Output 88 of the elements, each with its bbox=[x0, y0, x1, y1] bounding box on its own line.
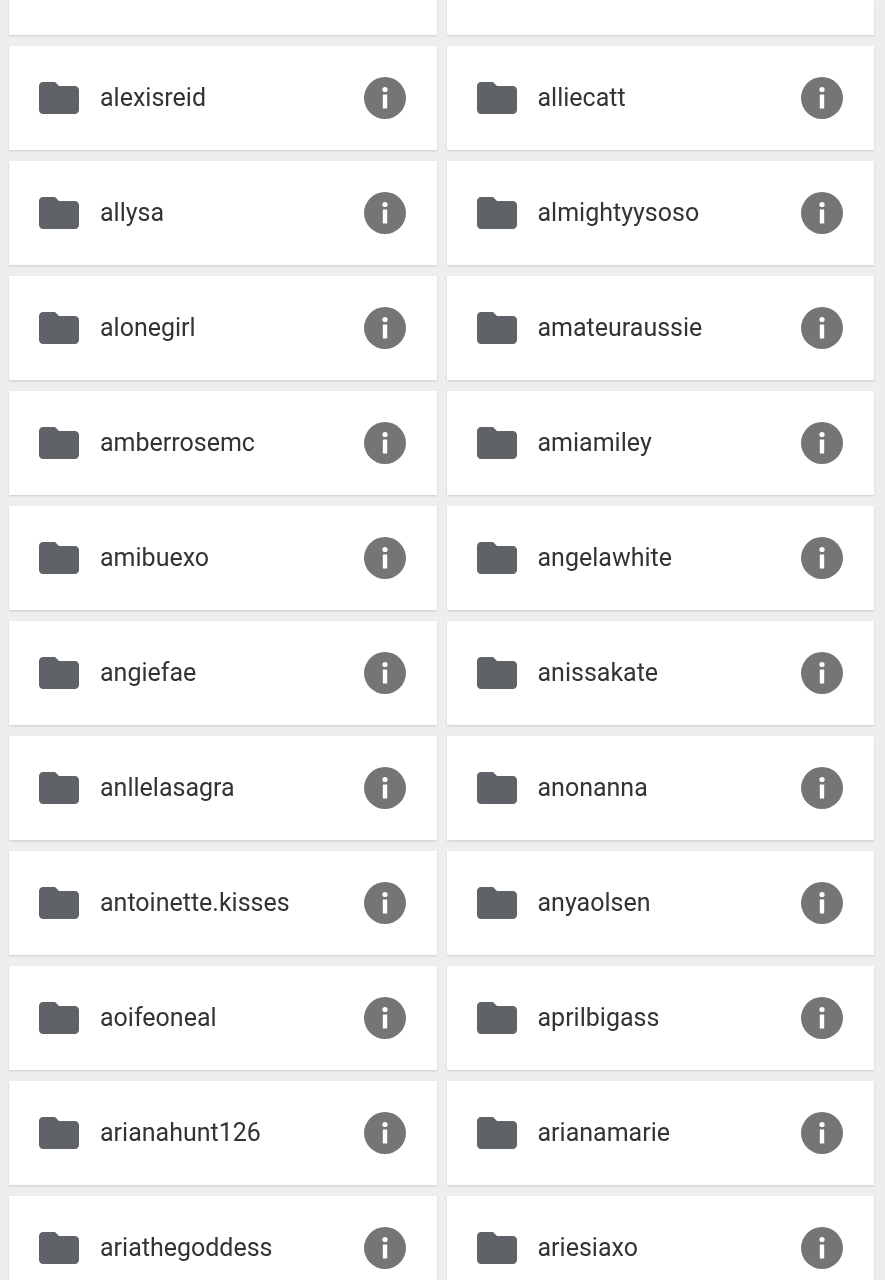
folder-name: amiamiley bbox=[537, 427, 653, 460]
info-icon[interactable] bbox=[801, 1112, 843, 1154]
folder-card[interactable]: anonanna bbox=[446, 736, 874, 840]
folder-card[interactable]: amateuraussie bbox=[446, 276, 874, 380]
info-icon[interactable] bbox=[363, 652, 406, 694]
folder-card[interactable]: angiefae bbox=[9, 621, 437, 725]
folder-icon bbox=[39, 657, 79, 689]
folder-icon bbox=[39, 312, 79, 344]
folder-card[interactable]: arianamarie bbox=[446, 1081, 874, 1185]
folder-icon bbox=[39, 82, 79, 114]
folder-name: alliecatt bbox=[537, 82, 627, 115]
info-icon[interactable] bbox=[801, 882, 843, 924]
info-icon[interactable] bbox=[363, 77, 406, 119]
info-icon[interactable] bbox=[801, 767, 843, 809]
info-icon[interactable] bbox=[363, 1112, 406, 1154]
folder-name: aprilbigass bbox=[537, 1002, 661, 1035]
folder-icon bbox=[476, 887, 517, 919]
folder-icon bbox=[39, 887, 79, 919]
info-icon[interactable] bbox=[363, 422, 406, 464]
folder-card[interactable]: alonegirl bbox=[9, 276, 437, 380]
folder-card[interactable]: aprilbigass bbox=[446, 966, 874, 1070]
folder-name: almightyysoso bbox=[537, 197, 701, 230]
folder-name: ariesiaxo bbox=[537, 1232, 639, 1265]
info-icon[interactable] bbox=[363, 997, 406, 1039]
folder-name: alonegirl bbox=[100, 312, 197, 345]
folder-name: ariathegoddess bbox=[100, 1232, 274, 1265]
folder-name: anissakate bbox=[537, 657, 660, 690]
folder-name: alexisreid bbox=[100, 82, 207, 115]
folder-icon bbox=[476, 542, 517, 574]
folder-name: anllelasagra bbox=[100, 772, 236, 805]
folder-name: amateuraussie bbox=[537, 312, 704, 345]
info-icon[interactable] bbox=[363, 882, 406, 924]
folder-name: amberrosemc bbox=[100, 427, 256, 460]
info-icon[interactable] bbox=[801, 652, 843, 694]
folder-icon bbox=[39, 1117, 79, 1149]
folder-icon bbox=[39, 1232, 79, 1264]
folder-card[interactable]: amiamiley bbox=[446, 391, 874, 495]
folder-card[interactable]: antoinette.kisses bbox=[9, 851, 437, 955]
folder-card[interactable]: anllelasagra bbox=[9, 736, 437, 840]
info-icon[interactable] bbox=[801, 307, 843, 349]
folder-card[interactable]: arianahunt126 bbox=[9, 1081, 437, 1185]
info-icon[interactable] bbox=[363, 767, 406, 809]
folder-name: antoinette.kisses bbox=[100, 887, 291, 920]
folder-icon bbox=[476, 657, 517, 689]
folder-card[interactable]: ariesiaxo bbox=[446, 1196, 874, 1280]
info-icon[interactable] bbox=[801, 77, 843, 119]
folder-name: amibuexo bbox=[100, 542, 211, 575]
info-icon[interactable] bbox=[363, 537, 406, 579]
folder-icon bbox=[476, 312, 517, 344]
folder-name: angelawhite bbox=[537, 542, 673, 575]
folder-icon bbox=[39, 197, 79, 229]
info-icon[interactable] bbox=[363, 192, 406, 234]
folder-icon bbox=[39, 542, 79, 574]
folder-name: arianamarie bbox=[537, 1117, 671, 1150]
folder-card[interactable]: ariathegoddess bbox=[9, 1196, 437, 1280]
info-icon[interactable] bbox=[363, 1227, 406, 1269]
folder-card[interactable]: allysa bbox=[9, 161, 437, 265]
info-icon[interactable] bbox=[801, 192, 843, 234]
folder-icon bbox=[476, 1002, 517, 1034]
folder-name: anyaolsen bbox=[537, 887, 652, 920]
folder-card[interactable]: amibuexo bbox=[9, 506, 437, 610]
folder-card[interactable]: alliecatt bbox=[446, 46, 874, 150]
folder-icon bbox=[476, 427, 517, 459]
folder-card[interactable]: alexisreid bbox=[9, 46, 437, 150]
folder-name: allysa bbox=[100, 197, 166, 230]
info-icon[interactable] bbox=[801, 997, 843, 1039]
folder-name: arianahunt126 bbox=[100, 1117, 262, 1150]
folder-name: anonanna bbox=[537, 772, 649, 805]
folder-card[interactable]: angelawhite bbox=[446, 506, 874, 610]
folder-name: angiefae bbox=[100, 657, 198, 690]
folder-card[interactable]: anissakate bbox=[446, 621, 874, 725]
folder-icon bbox=[476, 1232, 517, 1264]
folder-icon bbox=[476, 1117, 517, 1149]
folder-icon bbox=[39, 772, 79, 804]
folder-name: aoifeoneal bbox=[100, 1002, 218, 1035]
folder-icon bbox=[476, 197, 517, 229]
folder-icon bbox=[39, 427, 79, 459]
folder-icon bbox=[39, 1002, 79, 1034]
info-icon[interactable] bbox=[801, 422, 843, 464]
folder-card[interactable]: anyaolsen bbox=[446, 851, 874, 955]
folder-card[interactable]: amberrosemc bbox=[9, 391, 437, 495]
folder-icon bbox=[476, 772, 517, 804]
folder-card[interactable]: almightyysoso bbox=[446, 161, 874, 265]
info-icon[interactable] bbox=[801, 537, 843, 579]
folder-card[interactable]: aoifeoneal bbox=[9, 966, 437, 1070]
info-icon[interactable] bbox=[363, 307, 406, 349]
folder-icon bbox=[476, 82, 517, 114]
info-icon[interactable] bbox=[801, 1227, 843, 1269]
